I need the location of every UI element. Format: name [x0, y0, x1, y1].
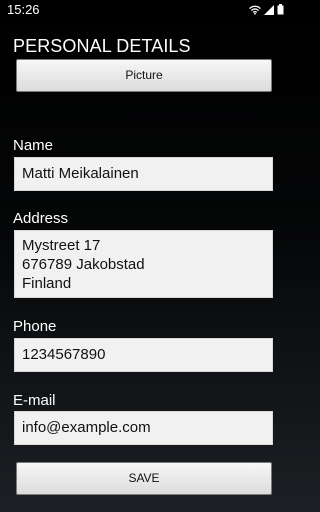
- phone-field[interactable]: 1234567890: [14, 338, 273, 372]
- status-bar: 15:26: [0, 0, 288, 20]
- signal-icon: [264, 4, 274, 15]
- name-field[interactable]: Matti Meikalainen: [14, 157, 273, 191]
- address-label: Address: [13, 210, 69, 227]
- save-button[interactable]: SAVE: [16, 462, 272, 495]
- phone-label: Phone: [13, 318, 57, 335]
- status-time: 15:26: [7, 2, 40, 17]
- wifi-icon: [249, 5, 261, 15]
- email-field[interactable]: info@example.com: [14, 411, 273, 445]
- picture-button[interactable]: Picture: [16, 59, 272, 92]
- page-title: PERSONAL DETAILS: [13, 36, 191, 56]
- address-field[interactable]: Mystreet 17 676789 Jakobstad Finland: [14, 230, 273, 298]
- status-icons: [249, 4, 284, 15]
- email-label: E-mail: [13, 392, 56, 409]
- name-label: Name: [13, 137, 54, 154]
- battery-icon: [277, 4, 284, 15]
